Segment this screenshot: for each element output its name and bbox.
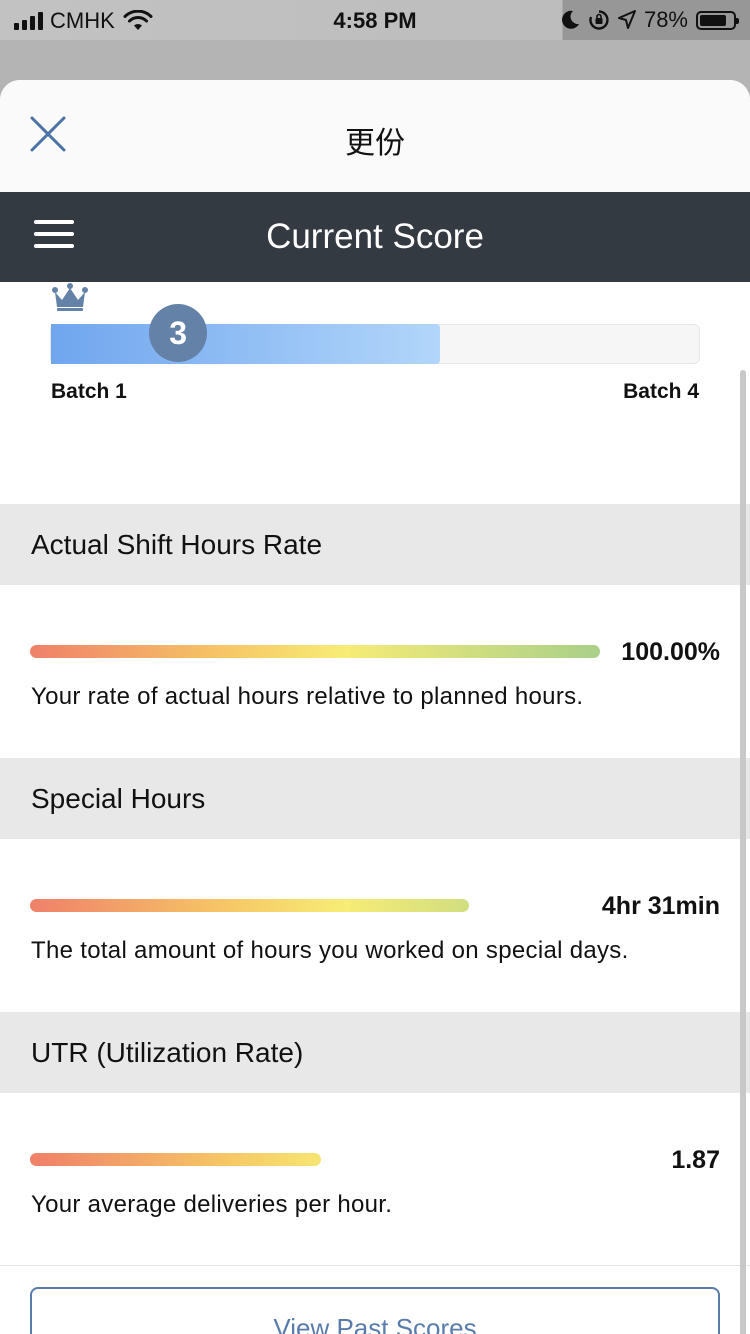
status-right: 78% [560, 7, 739, 33]
metric-value: 100.00% [621, 638, 720, 666]
batch-end-label: Batch 4 [623, 380, 699, 403]
metric-card-special-hours: 4hr 31min The total amount of hours you … [0, 839, 750, 1012]
metric-bar-utr [30, 1153, 321, 1166]
battery-icon [696, 10, 739, 30]
metric-bar-special-hours [30, 899, 469, 912]
metric-bar-shift-hours [30, 645, 600, 658]
rotation-lock-icon [589, 10, 609, 30]
metric-description: Your average deliveries per hour. [31, 1191, 393, 1218]
metric-bar-track [30, 899, 600, 912]
metrics-list: Actual Shift Hours Rate 100.00% Your rat… [0, 504, 750, 1266]
sheet-header: 更份 [0, 80, 750, 192]
metric-bar-track [30, 1153, 600, 1166]
batch-start-label: Batch 1 [51, 380, 127, 403]
page-title: Current Score [266, 217, 484, 256]
metric-value: 1.87 [671, 1146, 720, 1174]
metric-title: Special Hours [31, 782, 206, 814]
nav-bar: Current Score [0, 192, 750, 282]
metric-header-special-hours: Special Hours [0, 758, 750, 839]
batch-progress-fill [51, 324, 440, 364]
batch-progress-bar: 3 [50, 304, 700, 364]
battery-percent: 78% [643, 7, 688, 32]
scrollbar[interactable] [740, 370, 746, 1334]
view-past-scores-button[interactable]: View Past Scores [30, 1287, 720, 1334]
metric-description: Your rate of actual hours relative to pl… [31, 683, 584, 710]
metric-header-utr: UTR (Utilization Rate) [0, 1012, 750, 1093]
moon-icon [562, 10, 579, 29]
footer-divider [0, 1265, 750, 1266]
metric-card-shift-hours: 100.00% Your rate of actual hours relati… [0, 585, 750, 758]
location-icon [617, 10, 636, 29]
metric-value: 4hr 31min [601, 892, 720, 920]
metric-description: The total amount of hours you worked on … [31, 937, 629, 964]
metric-header-shift-hours: Actual Shift Hours Rate [0, 504, 750, 585]
status-bar: CMHK 4:58 PM 78% [0, 0, 750, 40]
metric-title: Actual Shift Hours Rate [31, 528, 323, 560]
score-content: 3 Batch 1 Batch 4 Actual Shift Hours Rat… [0, 282, 750, 1334]
sheet-title: 更份 [345, 127, 405, 160]
modal-sheet: 更份 Current Score 3 Batch 1 Batch 4 Actua… [0, 80, 750, 1334]
metric-card-utr: 1.87 Your average deliveries per hour. [0, 1093, 750, 1266]
metric-title: UTR (Utilization Rate) [31, 1036, 304, 1068]
metric-bar-track [30, 645, 600, 658]
crown-icon [52, 283, 88, 311]
current-batch-badge: 3 [149, 304, 208, 362]
